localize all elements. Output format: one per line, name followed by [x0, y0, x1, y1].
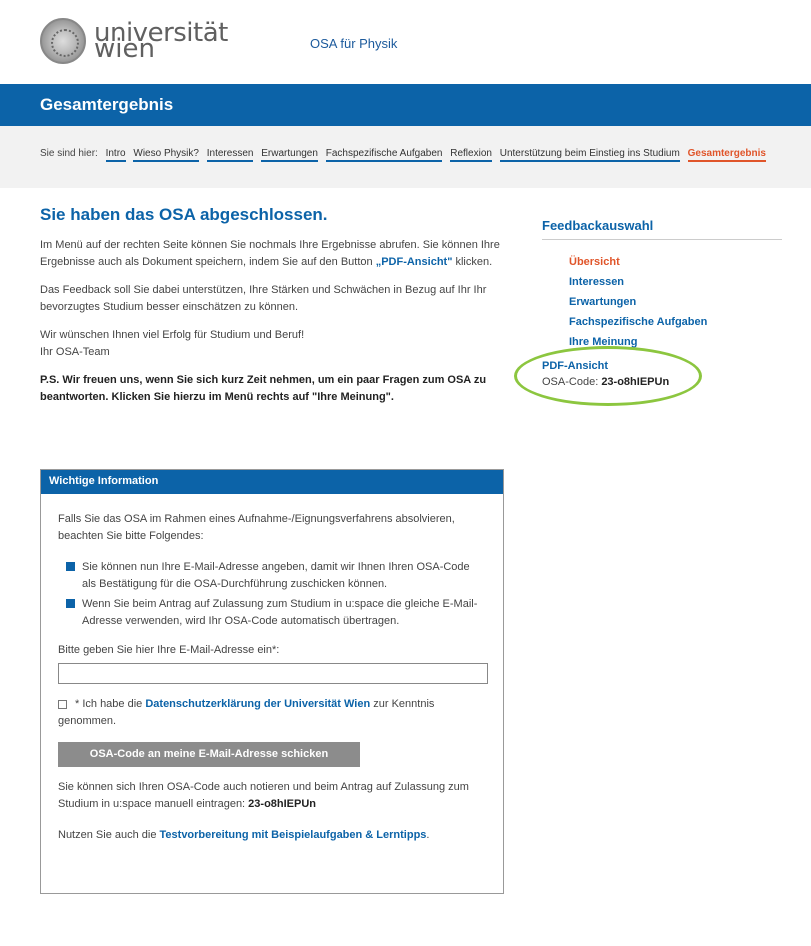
site-header: universität wien OSA für Physik: [0, 0, 811, 84]
sidebar-item-interessen[interactable]: Interessen: [569, 272, 782, 292]
breadcrumb-fachspezifische-aufgaben[interactable]: Fachspezifische Aufgaben: [325, 148, 443, 162]
code-note: Sie können sich Ihren OSA-Code auch noti…: [58, 781, 469, 810]
intro-paragraph: Im Menü auf der rechten Seite können Sie…: [40, 239, 500, 268]
pdf-code-block: PDF-Ansicht OSA-Code: 23-o8hIEPUn: [514, 346, 702, 406]
email-field[interactable]: [58, 663, 488, 684]
sidebar-item-uebersicht[interactable]: Übersicht: [569, 252, 782, 272]
privacy-policy-link[interactable]: Datenschutzerklärung der Universität Wie…: [145, 698, 370, 710]
feedback-paragraph: Das Feedback soll Sie dabei unterstützen…: [40, 284, 487, 313]
breadcrumb-prefix: Sie sind hier:: [40, 148, 98, 159]
breadcrumb-unterstuetzung[interactable]: Unterstützung beim Einstieg ins Studium: [499, 148, 680, 162]
bullet-square-icon: [66, 599, 75, 608]
consent-checkbox[interactable]: [58, 699, 67, 709]
university-logo[interactable]: universität wien: [40, 18, 228, 64]
consent-row: * Ich habe die Datenschutzerklärung der …: [58, 698, 435, 727]
site-title[interactable]: OSA für Physik: [310, 36, 397, 51]
highlight-ellipse: [514, 346, 702, 406]
feedback-sidebar: Feedbackauswahl Übersicht Interessen Erw…: [514, 218, 782, 406]
info-bullets: Sie können nun Ihre E-Mail-Adresse angeb…: [66, 559, 486, 630]
page-titlebar: Gesamtergebnis: [0, 84, 811, 126]
breadcrumb-intro[interactable]: Intro: [105, 148, 126, 162]
test-prep-link[interactable]: Testvorbereitung mit Beispielaufgaben & …: [160, 829, 427, 841]
university-seal-icon: [40, 18, 86, 64]
osa-code-value: 23-o8hIEPUn: [248, 798, 317, 810]
breadcrumb-wieso-physik[interactable]: Wieso Physik?: [133, 148, 199, 162]
breadcrumb: Sie sind hier: Intro Wieso Physik? Inter…: [40, 144, 780, 164]
main-heading: Sie haben das OSA abgeschlossen.: [40, 205, 328, 224]
breadcrumb-interessen[interactable]: Interessen: [206, 148, 254, 162]
email-label: Bitte geben Sie hier Ihre E-Mail-Adresse…: [58, 644, 280, 656]
pdf-view-link[interactable]: „PDF-Ansicht": [376, 256, 453, 268]
main-content: Sie haben das OSA abgeschlossen. Im Menü…: [40, 205, 510, 417]
info-intro: Falls Sie das OSA im Rahmen eines Aufnah…: [58, 513, 455, 542]
prep-note: Nutzen Sie auch die Testvorbereitung mit…: [58, 829, 430, 841]
bullet-square-icon: [66, 562, 75, 571]
sidebar-heading: Feedbackauswahl: [542, 218, 782, 240]
wishes-paragraph: Wir wünschen Ihnen viel Erfolg für Studi…: [40, 329, 305, 358]
info-box-title: Wichtige Information: [41, 470, 503, 494]
page-title: Gesamtergebnis: [40, 95, 174, 114]
list-item: Wenn Sie beim Antrag auf Zulassung zum S…: [66, 596, 486, 630]
feedback-menu: Übersicht Interessen Erwartungen Fachspe…: [542, 252, 782, 352]
breadcrumb-erwartungen[interactable]: Erwartungen: [261, 148, 318, 162]
info-box: Wichtige Information Falls Sie das OSA i…: [40, 469, 504, 894]
ps-paragraph: P.S. Wir freuen uns, wenn Sie sich kurz …: [40, 374, 487, 403]
send-code-button[interactable]: OSA-Code an meine E-Mail-Adresse schicke…: [58, 742, 360, 767]
sidebar-item-fachspezifische-aufgaben[interactable]: Fachspezifische Aufgaben: [569, 312, 782, 332]
sidebar-item-erwartungen[interactable]: Erwartungen: [569, 292, 782, 312]
list-item: Sie können nun Ihre E-Mail-Adresse angeb…: [66, 559, 486, 593]
breadcrumb-gesamtergebnis[interactable]: Gesamtergebnis: [687, 148, 766, 162]
breadcrumb-reflexion[interactable]: Reflexion: [450, 148, 492, 162]
